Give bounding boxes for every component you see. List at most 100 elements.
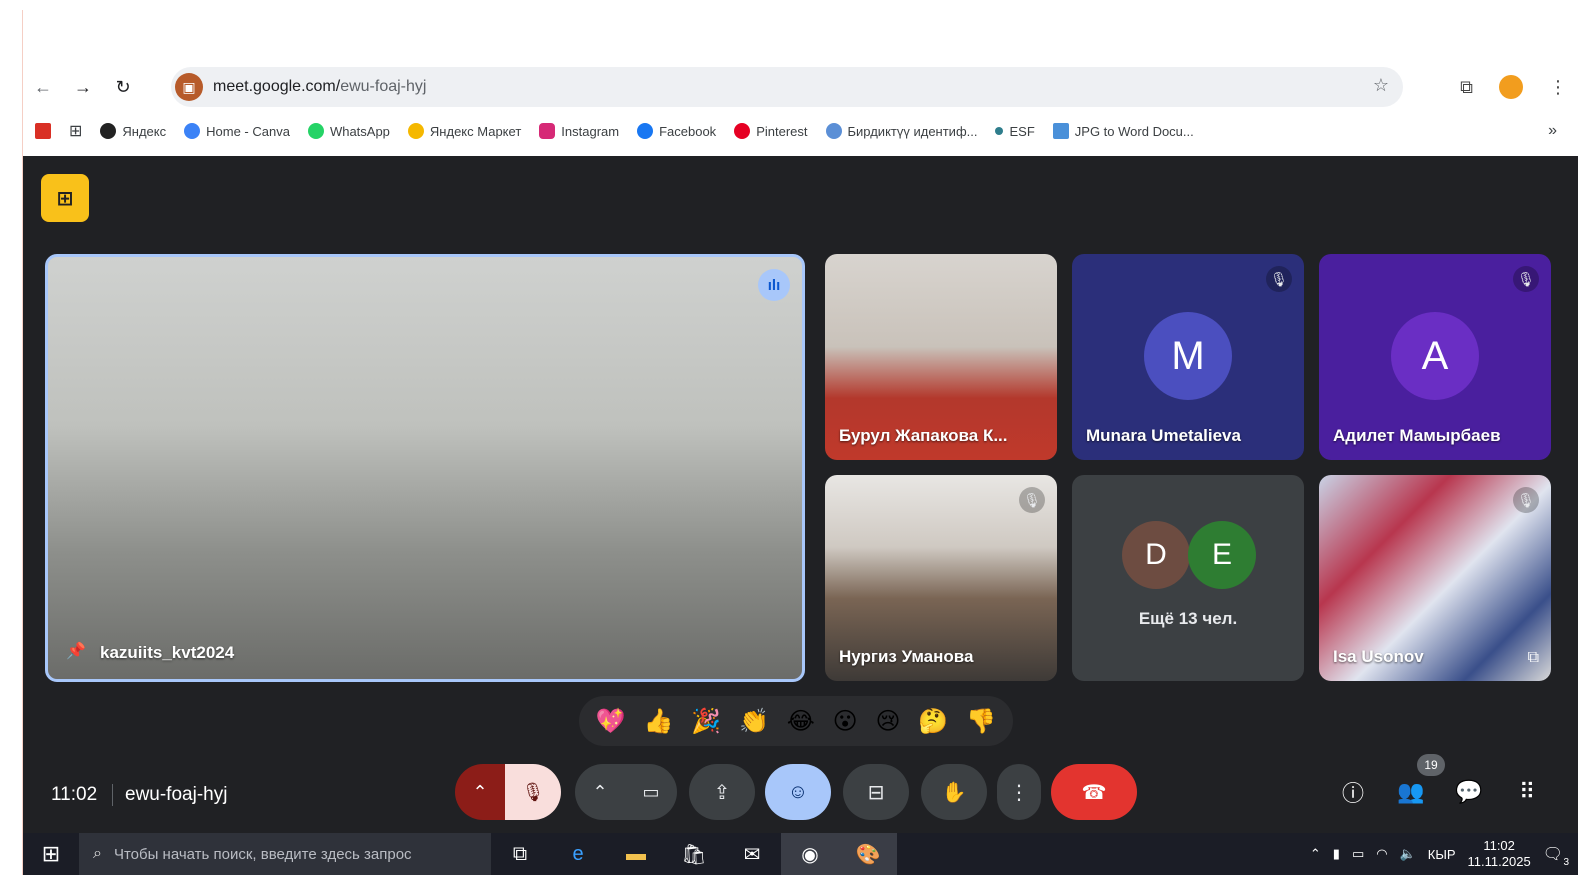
- bookmark-pinterest[interactable]: Pinterest: [734, 123, 808, 139]
- camera-toggle-button[interactable]: ▭: [625, 764, 677, 820]
- browser-toolbar: ← → ↻ ▣ meet.google.com/ewu-foaj-hyj ☆ ⧉…: [23, 65, 1578, 109]
- back-icon[interactable]: ←: [23, 67, 63, 107]
- others-count-label: Ещё 13 чел.: [1138, 609, 1238, 628]
- reaction-thumbs-down[interactable]: 👎: [966, 707, 996, 736]
- pin-icon[interactable]: 📌: [66, 641, 86, 661]
- reaction-thumbs-up[interactable]: 👍: [644, 707, 674, 736]
- participant-name: Isa Usonov: [1333, 647, 1424, 666]
- usb-icon[interactable]: ▮: [1333, 846, 1340, 862]
- others-tile[interactable]: D E Ещё 13 чел.: [1072, 475, 1304, 681]
- mic-off-icon: 🎙: [1019, 487, 1045, 513]
- activities-icon[interactable]: ⠿: [1507, 772, 1547, 812]
- address-bar[interactable]: ▣ meet.google.com/ewu-foaj-hyj ☆: [171, 67, 1403, 107]
- notifications-icon[interactable]: 🗨 3: [1543, 844, 1569, 868]
- store-icon[interactable]: 🛍: [665, 833, 723, 875]
- participant-name: kazuiits_kvt2024: [100, 643, 235, 662]
- search-placeholder: Чтобы начать поиск, введите здесь запрос: [113, 845, 412, 863]
- document-icon: [1052, 123, 1069, 139]
- profile-avatar[interactable]: [1499, 75, 1523, 99]
- whatsapp-icon: [307, 123, 324, 139]
- bookmark-esf[interactable]: ESF: [995, 124, 1035, 139]
- mic-off-icon: 🎙: [1266, 266, 1292, 292]
- participants-count-badge: 19: [1417, 754, 1445, 776]
- search-icon: ⌕: [93, 845, 102, 862]
- esf-icon: [995, 127, 1004, 135]
- wifi-icon[interactable]: ◠: [1376, 846, 1387, 862]
- camera-options-chevron-icon[interactable]: ⌃: [575, 764, 625, 820]
- screen: ← → ↻ ▣ meet.google.com/ewu-foaj-hyj ☆ ⧉…: [22, 10, 1578, 875]
- meet-site-icon: ▣: [175, 73, 203, 101]
- mic-toggle-button[interactable]: 🎙: [505, 764, 561, 820]
- bookmarks-bar: ⊞ Яндекс Home - Canva WhatsApp Яндекс Ма…: [23, 114, 1578, 148]
- participant-name: Нургиз Уманова: [839, 647, 974, 666]
- system-tray: ⌃ ▮ ▭ ◠ 🔈 КЫР 11:02 11.11.2025 🗨 3: [1310, 833, 1578, 875]
- more-options-button[interactable]: ⋮: [997, 764, 1041, 820]
- bookmark-jpg-to-word[interactable]: JPG to Word Docu...: [1052, 123, 1194, 139]
- participant-tile[interactable]: 🎙 Isa Usonov ⧉: [1319, 475, 1551, 681]
- participant-tile[interactable]: Бурул Жапакова К...: [825, 254, 1057, 460]
- yandex-icon: [100, 123, 117, 139]
- apps-grid-icon[interactable]: ⊞: [69, 121, 82, 141]
- avatar: A: [1391, 312, 1479, 400]
- yandex-market-icon: [407, 123, 424, 139]
- bookmark-yandex-market[interactable]: Яндекс Маркет: [407, 123, 521, 139]
- avatar: D: [1122, 521, 1190, 589]
- mic-off-icon: 🎙: [1513, 266, 1539, 292]
- browser-menu-icon[interactable]: ⋮: [1549, 77, 1567, 98]
- participant-tile[interactable]: 🎙 M Munara Umetalieva: [1072, 254, 1304, 460]
- reaction-laugh[interactable]: 😂: [787, 707, 815, 736]
- main-video-tile[interactable]: ılı 📌 kazuiits_kvt2024: [45, 254, 805, 682]
- pinterest-icon: [734, 123, 751, 139]
- meet-controls-bar: 11:02 ewu-foaj-hyj ⌃ 🎙 ⌃ ▭ ⇪ ☺ ⊟ ✋ ⋮ ☎ ⓘ…: [23, 754, 1578, 834]
- tray-chevron-icon[interactable]: ⌃: [1310, 846, 1321, 862]
- avatar: E: [1188, 521, 1256, 589]
- windows-start-icon[interactable]: ⊞: [23, 833, 79, 875]
- file-explorer-icon[interactable]: ▬: [607, 833, 665, 875]
- tray-clock[interactable]: 11:02 11.11.2025: [1468, 838, 1531, 870]
- captions-button[interactable]: ⊟: [843, 764, 909, 820]
- chat-icon[interactable]: 💬: [1449, 772, 1489, 812]
- bookmarks-more-icon[interactable]: »: [1548, 122, 1557, 140]
- reaction-surprised[interactable]: 😮: [833, 707, 858, 736]
- reaction-thinking[interactable]: 🤔: [918, 707, 948, 736]
- reaction-heart[interactable]: 💖: [596, 707, 626, 736]
- reaction-sad[interactable]: 😢: [876, 707, 901, 736]
- extensions-icon[interactable]: ⧉: [1460, 77, 1473, 98]
- facebook-icon: [637, 123, 654, 139]
- bookmark-facebook[interactable]: Facebook: [637, 123, 716, 139]
- avatar: M: [1144, 312, 1232, 400]
- meet-area: ⊞ ılı 📌 kazuiits_kvt2024 Бурул Жапакова …: [23, 156, 1578, 833]
- mail-icon[interactable]: ✉: [723, 833, 781, 875]
- red-square-icon[interactable]: [35, 123, 51, 139]
- participant-tile[interactable]: 🎙 A Адилет Мамырбаев: [1319, 254, 1551, 460]
- task-view-icon[interactable]: ⧉: [491, 833, 549, 875]
- chrome-icon[interactable]: ◉: [781, 833, 839, 875]
- people-icon[interactable]: 👥: [1391, 772, 1431, 812]
- battery-icon[interactable]: ▭: [1352, 846, 1364, 862]
- bookmark-instagram[interactable]: Instagram: [539, 123, 619, 139]
- mic-options-chevron-icon[interactable]: ⌃: [455, 764, 505, 820]
- language-indicator[interactable]: КЫР: [1428, 847, 1456, 862]
- reaction-clap[interactable]: 👏: [739, 707, 769, 736]
- edge-icon[interactable]: e: [549, 833, 607, 875]
- bookmark-yandex[interactable]: Яндекс: [100, 123, 166, 139]
- bookmark-canva[interactable]: Home - Canva: [184, 123, 290, 139]
- participant-tile[interactable]: 🎙 Нургиз Уманова: [825, 475, 1057, 681]
- url-text: meet.google.com/ewu-foaj-hyj: [213, 78, 427, 95]
- reload-icon[interactable]: ↻: [103, 67, 143, 107]
- volume-icon[interactable]: 🔈: [1400, 846, 1416, 862]
- taskbar-search-input[interactable]: ⌕ Чтобы начать поиск, введите здесь запр…: [79, 833, 491, 875]
- present-button[interactable]: ⇪: [689, 764, 755, 820]
- paint-icon[interactable]: 🎨: [839, 833, 897, 875]
- meeting-info-icon[interactable]: ⓘ: [1333, 772, 1373, 812]
- emoji-reactions-button[interactable]: ☺: [765, 764, 831, 820]
- forward-icon[interactable]: →: [63, 67, 103, 107]
- raise-hand-button[interactable]: ✋: [921, 764, 987, 820]
- bookmark-star-icon[interactable]: ☆: [1373, 75, 1389, 96]
- bookmark-whatsapp[interactable]: WhatsApp: [307, 123, 390, 139]
- reaction-party[interactable]: 🎉: [691, 707, 721, 736]
- leave-call-button[interactable]: ☎: [1051, 764, 1137, 820]
- meeting-badge-icon[interactable]: ⊞: [41, 174, 89, 222]
- participant-name: Адилет Мамырбаев: [1333, 426, 1501, 445]
- bookmark-identification[interactable]: Бирдиктүү идентиф...: [825, 123, 977, 139]
